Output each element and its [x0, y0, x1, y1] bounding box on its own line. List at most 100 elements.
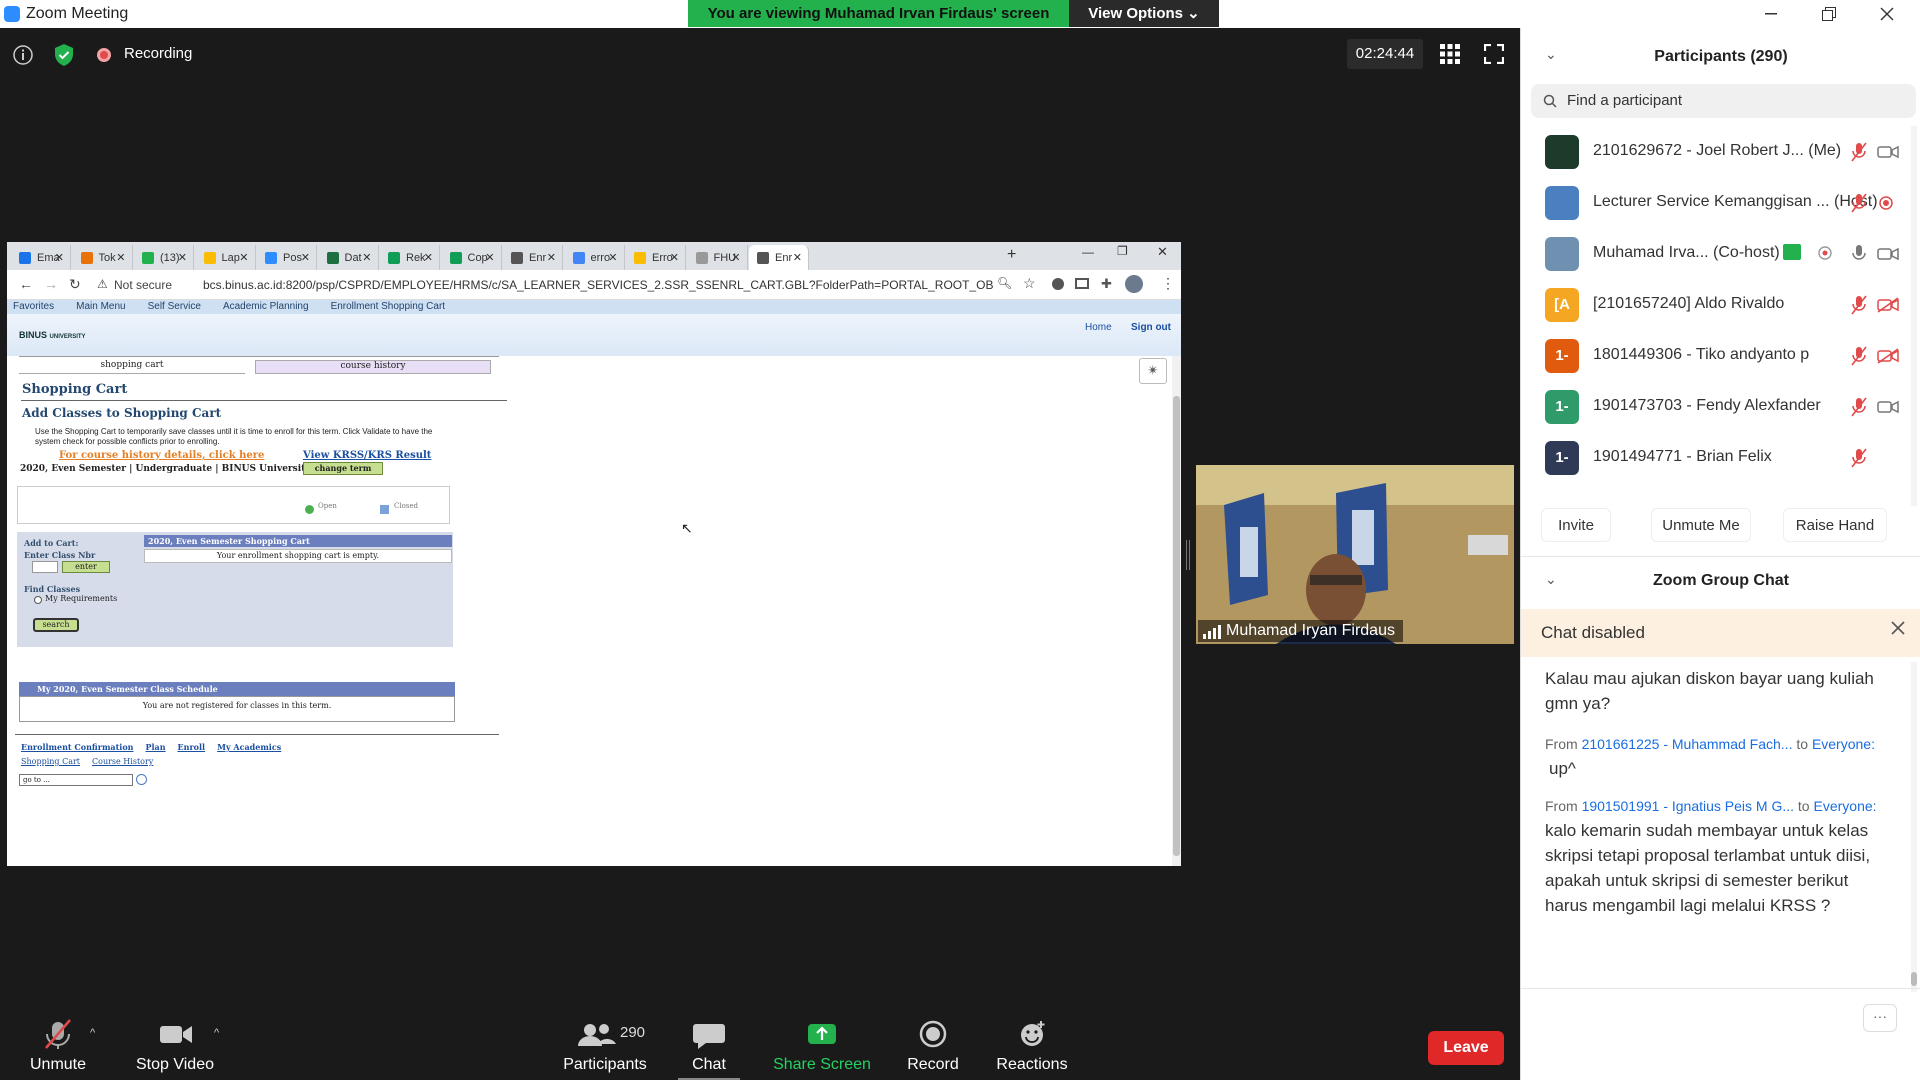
puzzle-icon[interactable]: ✚: [1101, 276, 1112, 292]
browser-tab[interactable]: Lap ✕: [196, 245, 256, 270]
browser-restore-button[interactable]: ❐: [1117, 244, 1128, 258]
goto-go-icon[interactable]: [136, 774, 147, 785]
raise-hand-button[interactable]: Raise Hand: [1783, 508, 1887, 542]
footer-link[interactable]: Plan: [145, 742, 165, 752]
unmute-button[interactable]: Unmute: [26, 1018, 90, 1074]
search-button[interactable]: search: [33, 618, 79, 632]
footer-link[interactable]: Shopping Cart: [21, 757, 80, 766]
participant-row[interactable]: Lecturer Service Kemanggisan ... (Host): [1521, 177, 1920, 228]
browser-tab[interactable]: FHU ✕: [688, 245, 748, 270]
reload-icon[interactable]: ↻: [69, 276, 81, 293]
participants-scrollbar[interactable]: [1911, 126, 1917, 506]
browser-minimize-button[interactable]: —: [1082, 245, 1094, 259]
tab-close-icon[interactable]: ✕: [362, 251, 371, 264]
vertical-scrollbar[interactable]: [1172, 356, 1181, 866]
new-tab-button[interactable]: +: [1007, 246, 1016, 264]
fullscreen-icon[interactable]: [1484, 44, 1504, 64]
cast-icon[interactable]: [1075, 278, 1089, 289]
participant-row[interactable]: 1- 1901494771 - Brian Felix: [1521, 432, 1920, 483]
ps-nav-item[interactable]: Favorites: [13, 301, 54, 312]
tab-course-history[interactable]: course history: [255, 360, 491, 374]
footer-link[interactable]: Enrollment Confirmation: [21, 742, 133, 752]
home-link[interactable]: Home: [1085, 322, 1112, 333]
unmute-me-button[interactable]: Unmute Me: [1651, 508, 1751, 542]
close-window-button[interactable]: [1858, 0, 1916, 28]
enter-button[interactable]: enter: [62, 561, 110, 573]
tab-close-icon[interactable]: ✕: [485, 251, 494, 264]
share-screen-button[interactable]: Share Screen: [772, 1018, 872, 1074]
tab-close-icon[interactable]: ✕: [55, 251, 64, 264]
participant-row[interactable]: Muhamad Irva... (Co-host): [1521, 228, 1920, 279]
browser-tab[interactable]: erro ✕: [565, 245, 625, 270]
tab-close-icon[interactable]: ✕: [424, 251, 433, 264]
browser-tab[interactable]: Erro ✕: [626, 245, 686, 270]
chat-button[interactable]: Chat: [678, 1018, 740, 1074]
video-options-caret-icon[interactable]: ^: [214, 1027, 219, 1039]
invite-button[interactable]: Invite: [1541, 508, 1611, 542]
browser-tab[interactable]: Enr ✕: [503, 245, 563, 270]
browser-tab[interactable]: Tok ✕: [73, 245, 133, 270]
sender-name[interactable]: 1901501991 - Ignatius Peis M G...: [1582, 798, 1794, 814]
browser-tab[interactable]: Rek ✕: [380, 245, 440, 270]
tab-close-icon[interactable]: ✕: [793, 251, 802, 264]
audio-options-caret-icon[interactable]: ^: [90, 1027, 95, 1039]
close-banner-icon[interactable]: [1891, 621, 1905, 635]
course-history-link[interactable]: For course history details, click here: [59, 450, 264, 461]
record-button[interactable]: Record: [900, 1018, 966, 1074]
security-shield-icon[interactable]: [53, 43, 75, 67]
participant-video[interactable]: [1196, 465, 1514, 644]
browser-close-button[interactable]: ✕: [1157, 244, 1168, 260]
zoom-search-icon[interactable]: 🔍︎: [997, 276, 1012, 290]
extension-icon[interactable]: [1052, 278, 1064, 290]
footer-link[interactable]: Course History: [92, 757, 153, 766]
goto-select[interactable]: go to ...: [19, 774, 133, 786]
tab-close-icon[interactable]: ✕: [731, 251, 740, 264]
ps-nav-item[interactable]: Enrollment Shopping Cart: [331, 301, 446, 312]
krss-result-link[interactable]: View KRSS/KRS Result: [303, 450, 431, 461]
browser-tab[interactable]: Pos ✕: [257, 245, 317, 270]
back-arrow-icon[interactable]: ←: [19, 276, 33, 292]
minimize-button[interactable]: [1742, 0, 1800, 28]
tab-close-icon[interactable]: ✕: [301, 251, 310, 264]
sign-out-link[interactable]: Sign out: [1131, 322, 1171, 333]
split-handle[interactable]: [1186, 540, 1190, 570]
chat-scrollbar[interactable]: [1911, 662, 1917, 992]
find-participant-input[interactable]: Find a participant: [1531, 84, 1916, 118]
participant-row[interactable]: [A [2101657240] Aldo Rivaldo: [1521, 279, 1920, 330]
info-icon[interactable]: [12, 44, 34, 66]
stop-video-button[interactable]: Stop Video: [134, 1018, 216, 1074]
participant-row[interactable]: 1- 1901473703 - Fendy Alexfander: [1521, 381, 1920, 432]
scrollbar-thumb[interactable]: [1173, 396, 1180, 856]
tab-close-icon[interactable]: ✕: [239, 251, 248, 264]
kebab-menu-icon[interactable]: ⋮: [1161, 275, 1175, 292]
ps-nav-item[interactable]: Academic Planning: [223, 301, 309, 312]
participant-row[interactable]: 1- 1801449306 - Tiko andyanto p: [1521, 330, 1920, 381]
ps-nav-item[interactable]: Self Service: [148, 301, 201, 312]
class-nbr-input[interactable]: [32, 561, 58, 573]
tab-close-icon[interactable]: ✕: [670, 251, 679, 264]
reactions-button[interactable]: Reactions: [995, 1018, 1069, 1074]
footer-link[interactable]: Enroll: [178, 742, 206, 752]
ps-nav-item[interactable]: Main Menu: [76, 301, 125, 312]
gallery-view-icon[interactable]: [1440, 44, 1460, 64]
browser-tab[interactable]: Cop ✕: [442, 245, 502, 270]
tab-shopping-cart[interactable]: shopping cart: [19, 360, 245, 374]
restore-button[interactable]: [1800, 0, 1858, 28]
leave-button[interactable]: Leave: [1428, 1031, 1504, 1065]
browser-tab[interactable]: (13) ✕: [134, 245, 194, 270]
browser-tab[interactable]: Enr ✕: [749, 245, 809, 270]
chat-scrollbar-thumb[interactable]: [1911, 972, 1917, 986]
not-secure-label[interactable]: Not secure: [114, 278, 172, 292]
tab-close-icon[interactable]: ✕: [116, 251, 125, 264]
my-requirements-radio[interactable]: [34, 596, 42, 604]
schedule-header[interactable]: My 2020, Even Semester Class Schedule: [19, 682, 455, 696]
tab-close-icon[interactable]: ✕: [547, 251, 556, 264]
recording-label[interactable]: Recording: [124, 45, 192, 62]
profile-avatar[interactable]: [1125, 275, 1143, 293]
tab-close-icon[interactable]: ✕: [608, 251, 617, 264]
url-field[interactable]: bcs.binus.ac.id:8200/psp/CSPRD/EMPLOYEE/…: [203, 274, 993, 296]
forward-arrow-icon[interactable]: →: [44, 276, 58, 292]
chat-more-button[interactable]: ···: [1863, 1004, 1897, 1032]
tab-close-icon[interactable]: ✕: [178, 251, 187, 264]
bookmark-star-icon[interactable]: ☆: [1023, 275, 1036, 292]
